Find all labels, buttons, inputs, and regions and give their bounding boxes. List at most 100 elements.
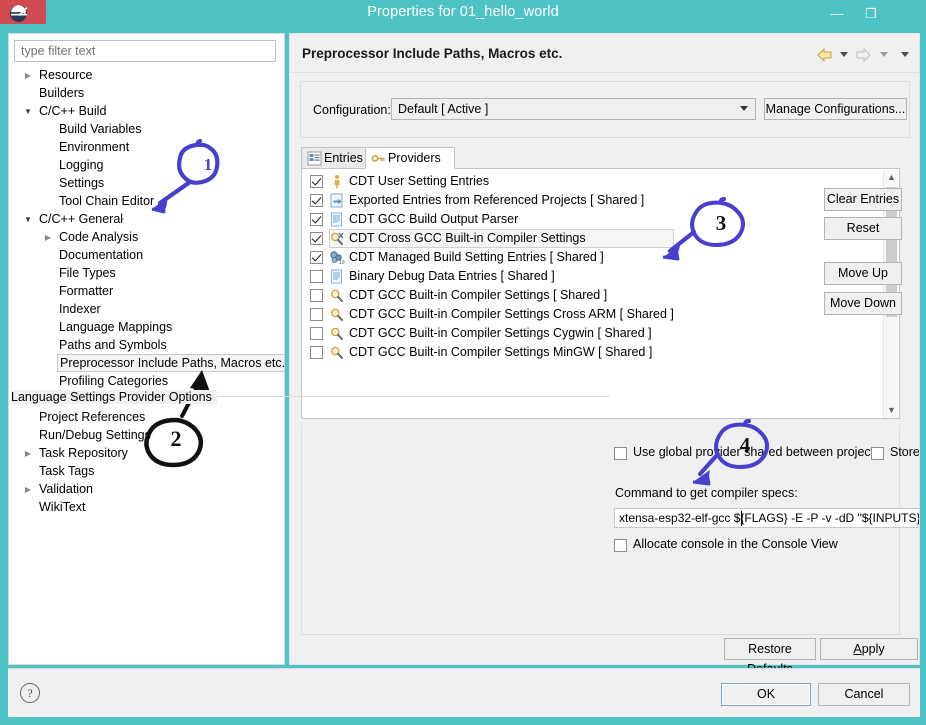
restore-defaults-pre: Restore <box>748 642 792 656</box>
provider-row[interactable]: 10 CDT Managed Build Setting Entries [ Sh… <box>302 248 777 267</box>
provider-name: CDT GCC Built-in Compiler Settings MinGW <box>349 345 595 359</box>
forward-history-chevron-down-icon[interactable] <box>879 52 888 58</box>
store-entries-label: Store entries in project settings folder… <box>890 445 920 459</box>
provider-row[interactable]: CDT User Setting Entries <box>302 172 777 191</box>
tree-twisty-collapsed-icon[interactable]: ▶ <box>21 66 35 84</box>
chevron-up-icon[interactable]: ▲ <box>884 170 899 185</box>
tree-twisty-expanded-icon[interactable]: ▼ <box>21 210 35 228</box>
tab-entries[interactable]: Entries <box>301 147 367 169</box>
provider-name: CDT GCC Built-in Compiler Settings <box>349 288 550 302</box>
reset-button[interactable]: Reset <box>824 217 902 240</box>
cancel-button[interactable]: Cancel <box>818 683 910 706</box>
sidebar-item-label: Resource <box>39 68 93 82</box>
entries-icon <box>307 151 322 166</box>
provider-label: CDT Managed Build Setting Entries [ Shar… <box>349 248 604 267</box>
store-entries-checkbox[interactable] <box>871 447 884 460</box>
sidebar-item-indexer[interactable]: Indexer <box>9 300 284 318</box>
page-title: Preprocessor Include Paths, Macros etc. <box>302 46 563 61</box>
tree-twisty-collapsed-icon[interactable]: ▶ <box>21 444 35 462</box>
sidebar-item-logging[interactable]: Logging <box>9 156 284 174</box>
maximize-button[interactable]: ❐ <box>854 0 888 28</box>
sidebar-item-task-repository[interactable]: ▶ Task Repository <box>9 444 284 462</box>
sidebar-item-label: Environment <box>59 140 130 154</box>
provider-checkbox[interactable] <box>310 232 323 245</box>
sidebar-item-environment[interactable]: Environment <box>9 138 284 156</box>
allocate-console-checkbox[interactable] <box>614 539 627 552</box>
sidebar-item-builders[interactable]: Builders <box>9 84 284 102</box>
provider-checkbox[interactable] <box>310 346 323 359</box>
apply-mnemonic: A <box>853 642 862 656</box>
tree-twisty-expanded-icon[interactable]: ▼ <box>21 102 35 120</box>
provider-checkbox[interactable] <box>310 308 323 321</box>
close-icon: ✕ <box>16 4 30 21</box>
close-button[interactable]: ✕ <box>0 0 46 24</box>
arrow-right-icon[interactable] <box>855 47 872 62</box>
provider-checkbox[interactable] <box>310 289 323 302</box>
command-input[interactable]: xtensa-esp32-elf-gcc ${FLAGS} -E -P -v -… <box>614 508 919 528</box>
configuration-select[interactable]: Default [ Active ] <box>391 98 756 120</box>
sidebar-item-label: File Types <box>59 266 116 280</box>
sidebar-item-wikitext[interactable]: WikiText <box>9 498 284 516</box>
tree-twisty-collapsed-icon[interactable]: ▶ <box>41 228 55 246</box>
minimize-button[interactable]: — <box>820 0 854 28</box>
sidebar-item-formatter[interactable]: Formatter <box>9 282 284 300</box>
help-question-icon[interactable]: ? <box>20 683 40 703</box>
sidebar-item-project-references[interactable]: Project References <box>9 408 284 426</box>
provider-row[interactable]: Exported Entries from Referenced Project… <box>302 191 777 210</box>
manage-configurations-button[interactable]: Manage Configurations... <box>764 98 907 120</box>
sidebar-item-paths-and-symbols[interactable]: Paths and Symbols <box>9 336 284 354</box>
move-up-button[interactable]: Move Up <box>824 262 902 285</box>
move-down-button[interactable]: Move Down <box>824 292 902 315</box>
sidebar-item-task-tags[interactable]: Task Tags <box>9 462 284 480</box>
restore-defaults-button[interactable]: Restore Defaults <box>724 638 816 676</box>
tree-twisty-collapsed-icon[interactable]: ▶ <box>21 480 35 498</box>
provider-row[interactable]: CDT GCC Built-in Compiler Settings [ Sha… <box>302 286 777 305</box>
use-global-provider-checkbox[interactable] <box>614 447 627 460</box>
provider-label: CDT GCC Build Output Parser <box>349 210 518 229</box>
provider-row[interactable]: CDT GCC Build Output Parser <box>302 210 777 229</box>
sidebar-item-build-variables[interactable]: Build Variables <box>9 120 284 138</box>
settings-tree-pane: ▶ Resource Builders ▼ C/C++ Build Build Varia… <box>8 33 285 665</box>
sidebar-item-settings[interactable]: Settings <box>9 174 284 192</box>
ok-button[interactable]: OK <box>721 683 811 706</box>
binary-debug-icon <box>331 269 342 284</box>
provider-row[interactable]: CDT Cross GCC Built-in Compiler Settings <box>302 229 777 248</box>
provider-row[interactable]: Binary Debug Data Entries [ Shared ] <box>302 267 777 286</box>
back-history-chevron-down-icon[interactable] <box>839 52 848 58</box>
provider-checkbox[interactable] <box>310 327 323 340</box>
allocate-console-label: Allocate console in the Console View <box>633 537 838 551</box>
providers-list: CDT User Setting Entries Exported Entries… <box>302 172 777 362</box>
apply-button[interactable]: Apply <box>820 638 918 660</box>
sidebar-item-c-c-build[interactable]: ▼ C/C++ Build <box>9 102 284 120</box>
chevron-down-icon <box>740 106 748 111</box>
filter-input[interactable] <box>14 40 276 62</box>
provider-checkbox[interactable] <box>310 270 323 283</box>
provider-checkbox[interactable] <box>310 194 323 207</box>
sidebar-item-preprocessor-include-paths-macros-etc[interactable]: Preprocessor Include Paths, Macros etc. <box>9 354 284 372</box>
sidebar-item-documentation[interactable]: Documentation <box>9 246 284 264</box>
sidebar-item-run-debug-settings[interactable]: Run/Debug Settings <box>9 426 284 444</box>
page-nav-icons <box>812 47 909 65</box>
provider-row[interactable]: CDT GCC Built-in Compiler Settings Cygwi… <box>302 324 777 343</box>
sidebar-item-file-types[interactable]: File Types <box>9 264 284 282</box>
provider-checkbox[interactable] <box>310 175 323 188</box>
chevron-down-icon[interactable]: ▼ <box>884 403 899 418</box>
page-menu-chevron-down-icon[interactable] <box>901 52 909 58</box>
clear-entries-button[interactable]: Clear Entries <box>824 188 902 211</box>
sidebar-item-language-mappings[interactable]: Language Mappings <box>9 318 284 336</box>
arrow-left-icon[interactable] <box>816 47 833 62</box>
sidebar-item-profiling-categories[interactable]: Profiling Categories <box>9 372 284 390</box>
cross-gcc-icon <box>331 232 344 245</box>
tab-providers[interactable]: Providers <box>365 147 455 169</box>
command-label: Command to get compiler specs: <box>615 486 798 500</box>
sidebar-item-resource[interactable]: ▶ Resource <box>9 66 284 84</box>
sidebar-item-validation[interactable]: ▶ Validation <box>9 480 284 498</box>
provider-checkbox[interactable] <box>310 251 323 264</box>
sidebar-item-code-analysis[interactable]: ▶ Code Analysis <box>9 228 284 246</box>
sidebar-item-tool-chain-editor[interactable]: Tool Chain Editor <box>9 192 284 210</box>
sidebar-item-c-c-general[interactable]: ▼ C/C++ General · <box>9 210 284 228</box>
provider-row[interactable]: CDT GCC Built-in Compiler Settings MinGW… <box>302 343 777 362</box>
provider-name: CDT Managed Build Setting Entries <box>349 250 547 264</box>
provider-row[interactable]: CDT GCC Built-in Compiler Settings Cross… <box>302 305 777 324</box>
provider-checkbox[interactable] <box>310 213 323 226</box>
